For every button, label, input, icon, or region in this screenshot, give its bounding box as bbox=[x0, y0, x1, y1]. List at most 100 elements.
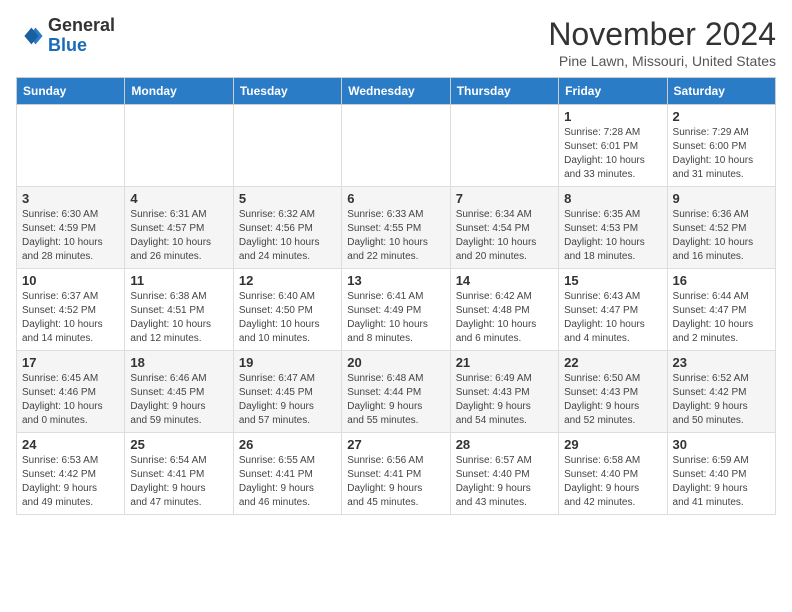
calendar-cell: 27 Sunrise: 6:56 AM Sunset: 4:41 PM Dayli… bbox=[342, 433, 450, 515]
day-info: Sunrise: 6:58 AM Sunset: 4:40 PM Dayligh… bbox=[564, 454, 661, 510]
calendar-cell: 26 Sunrise: 6:55 AM Sunset: 4:41 PM Dayli… bbox=[233, 433, 341, 515]
day-info: Sunrise: 6:32 AM Sunset: 4:56 PM Dayligh… bbox=[239, 208, 336, 264]
day-number: 3 bbox=[22, 191, 119, 206]
day-info: Sunrise: 6:36 AM Sunset: 4:52 PM Dayligh… bbox=[673, 208, 770, 264]
day-info: Sunrise: 6:42 AM Sunset: 4:48 PM Dayligh… bbox=[456, 290, 553, 346]
day-number: 20 bbox=[347, 355, 444, 370]
calendar-cell bbox=[17, 105, 125, 187]
calendar-cell: 11 Sunrise: 6:38 AM Sunset: 4:51 PM Dayli… bbox=[125, 269, 233, 351]
day-number: 19 bbox=[239, 355, 336, 370]
day-number: 29 bbox=[564, 437, 661, 452]
day-info: Sunrise: 6:55 AM Sunset: 4:41 PM Dayligh… bbox=[239, 454, 336, 510]
day-number: 13 bbox=[347, 273, 444, 288]
page-header: General Blue November 2024 Pine Lawn, Mi… bbox=[16, 16, 776, 69]
calendar-cell: 9 Sunrise: 6:36 AM Sunset: 4:52 PM Daylig… bbox=[667, 187, 775, 269]
calendar-cell: 16 Sunrise: 6:44 AM Sunset: 4:47 PM Dayli… bbox=[667, 269, 775, 351]
location-text: Pine Lawn, Missouri, United States bbox=[548, 53, 776, 69]
day-info: Sunrise: 6:34 AM Sunset: 4:54 PM Dayligh… bbox=[456, 208, 553, 264]
weekday-header-sunday: Sunday bbox=[17, 78, 125, 105]
calendar-body: 1Sunrise: 7:28 AM Sunset: 6:01 PM Daylig… bbox=[17, 105, 776, 515]
day-info: Sunrise: 6:30 AM Sunset: 4:59 PM Dayligh… bbox=[22, 208, 119, 264]
day-number: 4 bbox=[130, 191, 227, 206]
day-info: Sunrise: 6:59 AM Sunset: 4:40 PM Dayligh… bbox=[673, 454, 770, 510]
day-number: 26 bbox=[239, 437, 336, 452]
day-number: 14 bbox=[456, 273, 553, 288]
day-number: 17 bbox=[22, 355, 119, 370]
calendar-header: SundayMondayTuesdayWednesdayThursdayFrid… bbox=[17, 78, 776, 105]
day-info: Sunrise: 6:35 AM Sunset: 4:53 PM Dayligh… bbox=[564, 208, 661, 264]
day-info: Sunrise: 6:56 AM Sunset: 4:41 PM Dayligh… bbox=[347, 454, 444, 510]
calendar-week-2: 10 Sunrise: 6:37 AM Sunset: 4:52 PM Dayli… bbox=[17, 269, 776, 351]
day-info: Sunrise: 6:31 AM Sunset: 4:57 PM Dayligh… bbox=[130, 208, 227, 264]
day-info: Sunrise: 6:54 AM Sunset: 4:41 PM Dayligh… bbox=[130, 454, 227, 510]
day-number: 12 bbox=[239, 273, 336, 288]
day-number: 23 bbox=[673, 355, 770, 370]
day-info: Sunrise: 6:44 AM Sunset: 4:47 PM Dayligh… bbox=[673, 290, 770, 346]
calendar-cell: 10 Sunrise: 6:37 AM Sunset: 4:52 PM Dayli… bbox=[17, 269, 125, 351]
weekday-header-wednesday: Wednesday bbox=[342, 78, 450, 105]
calendar-cell: 21Sunrise: 6:49 AM Sunset: 4:43 PM Dayli… bbox=[450, 351, 558, 433]
day-number: 15 bbox=[564, 273, 661, 288]
day-number: 18 bbox=[130, 355, 227, 370]
day-number: 2 bbox=[673, 109, 770, 124]
calendar-cell: 15Sunrise: 6:43 AM Sunset: 4:47 PM Dayli… bbox=[559, 269, 667, 351]
logo-blue-text: Blue bbox=[48, 36, 115, 56]
calendar-week-3: 17 Sunrise: 6:45 AM Sunset: 4:46 PM Dayli… bbox=[17, 351, 776, 433]
day-number: 22 bbox=[564, 355, 661, 370]
day-info: Sunrise: 6:37 AM Sunset: 4:52 PM Dayligh… bbox=[22, 290, 119, 346]
calendar-table: SundayMondayTuesdayWednesdayThursdayFrid… bbox=[16, 77, 776, 515]
weekday-header-thursday: Thursday bbox=[450, 78, 558, 105]
day-info: Sunrise: 6:53 AM Sunset: 4:42 PM Dayligh… bbox=[22, 454, 119, 510]
day-number: 10 bbox=[22, 273, 119, 288]
day-number: 27 bbox=[347, 437, 444, 452]
day-number: 21 bbox=[456, 355, 553, 370]
calendar-cell: 23 Sunrise: 6:52 AM Sunset: 4:42 PM Dayli… bbox=[667, 351, 775, 433]
calendar-cell: 6Sunrise: 6:33 AM Sunset: 4:55 PM Daylig… bbox=[342, 187, 450, 269]
calendar-cell: 7 Sunrise: 6:34 AM Sunset: 4:54 PM Daylig… bbox=[450, 187, 558, 269]
weekday-header-saturday: Saturday bbox=[667, 78, 775, 105]
day-number: 8 bbox=[564, 191, 661, 206]
day-number: 24 bbox=[22, 437, 119, 452]
calendar-cell: 13 Sunrise: 6:41 AM Sunset: 4:49 PM Dayli… bbox=[342, 269, 450, 351]
calendar-cell: 28Sunrise: 6:57 AM Sunset: 4:40 PM Dayli… bbox=[450, 433, 558, 515]
calendar-cell: 20 Sunrise: 6:48 AM Sunset: 4:44 PM Dayli… bbox=[342, 351, 450, 433]
calendar-week-4: 24 Sunrise: 6:53 AM Sunset: 4:42 PM Dayli… bbox=[17, 433, 776, 515]
calendar-cell: 24 Sunrise: 6:53 AM Sunset: 4:42 PM Dayli… bbox=[17, 433, 125, 515]
day-number: 30 bbox=[673, 437, 770, 452]
day-info: Sunrise: 6:46 AM Sunset: 4:45 PM Dayligh… bbox=[130, 372, 227, 428]
calendar-cell: 2 Sunrise: 7:29 AM Sunset: 6:00 PM Daylig… bbox=[667, 105, 775, 187]
day-info: Sunrise: 6:48 AM Sunset: 4:44 PM Dayligh… bbox=[347, 372, 444, 428]
weekday-header-monday: Monday bbox=[125, 78, 233, 105]
logo-icon bbox=[16, 22, 44, 50]
day-info: Sunrise: 6:38 AM Sunset: 4:51 PM Dayligh… bbox=[130, 290, 227, 346]
calendar-cell: 8 Sunrise: 6:35 AM Sunset: 4:53 PM Daylig… bbox=[559, 187, 667, 269]
day-info: Sunrise: 6:50 AM Sunset: 4:43 PM Dayligh… bbox=[564, 372, 661, 428]
calendar-cell: 4 Sunrise: 6:31 AM Sunset: 4:57 PM Daylig… bbox=[125, 187, 233, 269]
day-number: 11 bbox=[130, 273, 227, 288]
weekday-header-friday: Friday bbox=[559, 78, 667, 105]
calendar-cell bbox=[233, 105, 341, 187]
day-number: 7 bbox=[456, 191, 553, 206]
calendar-cell: 17 Sunrise: 6:45 AM Sunset: 4:46 PM Dayli… bbox=[17, 351, 125, 433]
day-info: Sunrise: 6:45 AM Sunset: 4:46 PM Dayligh… bbox=[22, 372, 119, 428]
day-info: Sunrise: 6:40 AM Sunset: 4:50 PM Dayligh… bbox=[239, 290, 336, 346]
day-info: Sunrise: 6:33 AM Sunset: 4:55 PM Dayligh… bbox=[347, 208, 444, 264]
day-info: Sunrise: 6:52 AM Sunset: 4:42 PM Dayligh… bbox=[673, 372, 770, 428]
day-info: Sunrise: 6:47 AM Sunset: 4:45 PM Dayligh… bbox=[239, 372, 336, 428]
day-number: 16 bbox=[673, 273, 770, 288]
day-info: Sunrise: 6:57 AM Sunset: 4:40 PM Dayligh… bbox=[456, 454, 553, 510]
day-number: 9 bbox=[673, 191, 770, 206]
calendar-week-0: 1Sunrise: 7:28 AM Sunset: 6:01 PM Daylig… bbox=[17, 105, 776, 187]
calendar-cell: 5 Sunrise: 6:32 AM Sunset: 4:56 PM Daylig… bbox=[233, 187, 341, 269]
calendar-cell: 19 Sunrise: 6:47 AM Sunset: 4:45 PM Dayli… bbox=[233, 351, 341, 433]
day-info: Sunrise: 6:41 AM Sunset: 4:49 PM Dayligh… bbox=[347, 290, 444, 346]
title-section: November 2024 Pine Lawn, Missouri, Unite… bbox=[548, 16, 776, 69]
calendar-cell: 18 Sunrise: 6:46 AM Sunset: 4:45 PM Dayli… bbox=[125, 351, 233, 433]
day-number: 5 bbox=[239, 191, 336, 206]
day-info: Sunrise: 7:29 AM Sunset: 6:00 PM Dayligh… bbox=[673, 126, 770, 182]
calendar-cell: 1Sunrise: 7:28 AM Sunset: 6:01 PM Daylig… bbox=[559, 105, 667, 187]
day-number: 1 bbox=[564, 109, 661, 124]
weekday-header-tuesday: Tuesday bbox=[233, 78, 341, 105]
day-number: 25 bbox=[130, 437, 227, 452]
calendar-cell bbox=[450, 105, 558, 187]
